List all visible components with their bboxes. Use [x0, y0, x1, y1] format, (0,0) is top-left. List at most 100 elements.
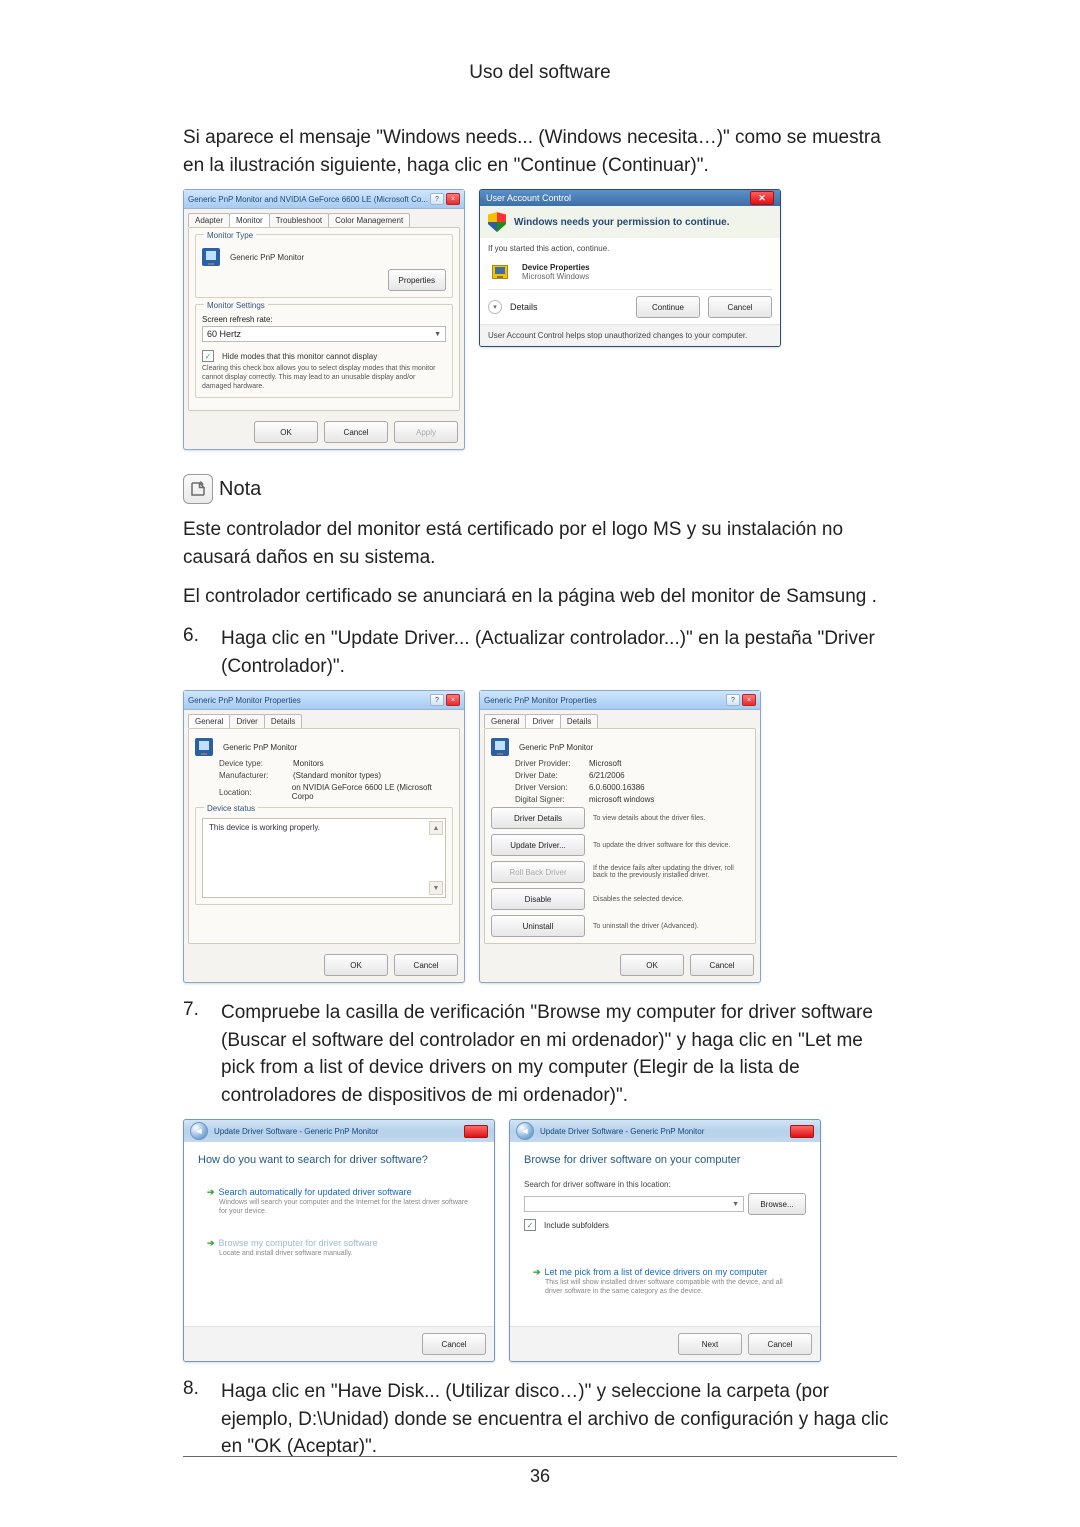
cancel-button[interactable]: Cancel [394, 954, 458, 976]
step-number: 8. [183, 1378, 209, 1461]
include-subfolders-checkbox[interactable]: ✓ [524, 1219, 536, 1231]
disable-desc: Disables the selected device. [593, 896, 749, 903]
path-input[interactable]: ▼ [524, 1196, 744, 1212]
back-icon[interactable]: ◄ [516, 1122, 534, 1140]
hide-modes-desc: Clearing this check box allows you to se… [202, 365, 446, 391]
group-label: Monitor Settings [204, 301, 268, 310]
panel: Monitor Type Generic PnP Monitor Propert… [188, 227, 460, 411]
cancel-button[interactable]: Cancel [748, 1333, 812, 1355]
rollback-driver-button[interactable]: Roll Back Driver [491, 861, 585, 883]
ok-button[interactable]: OK [254, 421, 318, 443]
rollback-driver-desc: If the device fails after updating the d… [593, 865, 749, 879]
close-icon[interactable]: ✕ [750, 191, 774, 205]
tab-troubleshoot[interactable]: Troubleshoot [269, 213, 329, 227]
ok-button[interactable]: OK [620, 954, 684, 976]
wizard-heading: How do you want to search for driver sof… [198, 1154, 480, 1166]
tab-details[interactable]: Details [560, 714, 598, 728]
content-column: Uso del software Si aparece el mensaje "… [183, 62, 897, 1527]
cancel-button[interactable]: Cancel [324, 421, 388, 443]
scroll-down-icon[interactable]: ▼ [429, 881, 443, 895]
program-name: Device Properties [522, 263, 590, 272]
driver-details-button[interactable]: Driver Details [491, 807, 585, 829]
device-name: Generic PnP Monitor [519, 743, 593, 752]
provider-value: Microsoft [589, 759, 621, 768]
note-text-1: Este controlador del monitor está certif… [183, 516, 897, 571]
chevron-down-icon: ▼ [732, 1201, 739, 1208]
back-icon[interactable]: ◄ [190, 1122, 208, 1140]
search-location-label: Search for driver software in this locat… [524, 1180, 806, 1189]
figure-row-2: Generic PnP Monitor Properties ?× Genera… [183, 690, 897, 983]
tab-monitor[interactable]: Monitor [229, 213, 270, 227]
sys-buttons: ? × [430, 193, 460, 205]
arrow-icon: ➔ [207, 1187, 215, 1197]
hide-modes-checkbox[interactable]: ✓ [202, 350, 214, 362]
step-text: Compruebe la casilla de verificación "Br… [221, 999, 897, 1109]
continue-button[interactable]: Continue [636, 296, 700, 318]
note-row: Nota [183, 474, 897, 504]
uac-footer: User Account Control helps stop unauthor… [480, 324, 780, 346]
wizard-heading: Browse for driver software on your compu… [524, 1154, 806, 1166]
close-icon[interactable]: × [446, 694, 460, 706]
uninstall-button[interactable]: Uninstall [491, 915, 585, 937]
help-icon[interactable]: ? [430, 694, 444, 706]
tab-details[interactable]: Details [264, 714, 302, 728]
step-8: 8. Haga clic en "Have Disk... (Utilizar … [183, 1378, 897, 1461]
breadcrumb: Update Driver Software - Generic PnP Mon… [540, 1127, 784, 1136]
monitor-icon [202, 248, 220, 266]
group-monitor-type: Monitor Type Generic PnP Monitor Propert… [195, 234, 453, 298]
tab-general[interactable]: General [188, 714, 230, 728]
step-number: 6. [183, 625, 209, 680]
option-browse-computer[interactable]: ➔Browse my computer for driver software … [198, 1231, 480, 1265]
details-toggle[interactable]: Details [510, 302, 628, 312]
close-icon[interactable] [790, 1125, 814, 1138]
shield-icon [488, 212, 506, 232]
ok-button[interactable]: OK [324, 954, 388, 976]
arrow-icon: ➔ [533, 1267, 541, 1277]
cancel-button[interactable]: Cancel [422, 1333, 486, 1355]
properties-button[interactable]: Properties [388, 269, 446, 291]
step-7: 7. Compruebe la casilla de verificación … [183, 999, 897, 1109]
option-let-me-pick[interactable]: ➔Let me pick from a list of device drive… [524, 1260, 806, 1303]
signer-value: microsoft windows [589, 795, 654, 804]
close-icon[interactable]: × [742, 694, 756, 706]
step-number: 7. [183, 999, 209, 1109]
cancel-button[interactable]: Cancel [690, 954, 754, 976]
titlebar: User Account Control ✕ [480, 190, 780, 206]
figure-row-3: ◄ Update Driver Software - Generic PnP M… [183, 1119, 897, 1362]
apply-button[interactable]: Apply [394, 421, 458, 443]
help-icon[interactable]: ? [430, 193, 444, 205]
browse-button[interactable]: Browse... [748, 1193, 806, 1215]
device-type-value: Monitors [293, 759, 324, 768]
refresh-rate-select[interactable]: 60 Hertz ▼ [202, 326, 446, 342]
option-search-automatically[interactable]: ➔Search automatically for updated driver… [198, 1180, 480, 1223]
manufacturer-label: Manufacturer: [219, 771, 289, 780]
uac-message: Windows needs your permission to continu… [514, 217, 730, 228]
tab-driver[interactable]: Driver [525, 714, 560, 728]
tab-general[interactable]: General [484, 714, 526, 728]
monitor-properties-dialog: Generic PnP Monitor and NVIDIA GeForce 6… [183, 189, 465, 450]
step-6: 6. Haga clic en "Update Driver... (Actua… [183, 625, 897, 680]
provider-label: Driver Provider: [515, 759, 585, 768]
step-text: Haga clic en "Update Driver... (Actualiz… [221, 625, 897, 680]
page-number: 36 [0, 1466, 1080, 1487]
disable-button[interactable]: Disable [491, 888, 585, 910]
tab-color-management[interactable]: Color Management [328, 213, 410, 227]
help-icon[interactable]: ? [726, 694, 740, 706]
uac-program: Device Properties Microsoft Windows [488, 259, 772, 289]
group-monitor-settings: Monitor Settings Screen refresh rate: 60… [195, 304, 453, 398]
version-value: 6.0.6000.16386 [589, 783, 645, 792]
next-button[interactable]: Next [678, 1333, 742, 1355]
include-subfolders-label: Include subfolders [544, 1221, 609, 1230]
update-driver-wizard-browse: ◄ Update Driver Software - Generic PnP M… [509, 1119, 821, 1362]
scroll-up-icon[interactable]: ▲ [429, 821, 443, 835]
figure-row-1: Generic PnP Monitor and NVIDIA GeForce 6… [183, 189, 897, 450]
close-icon[interactable] [464, 1125, 488, 1138]
tab-driver[interactable]: Driver [229, 714, 264, 728]
chevron-down-icon[interactable]: ▾ [488, 300, 502, 314]
dialog-buttons: OK Cancel Apply [184, 415, 464, 449]
tab-adapter[interactable]: Adapter [188, 213, 230, 227]
cancel-button[interactable]: Cancel [708, 296, 772, 318]
program-icon [494, 263, 512, 281]
close-icon[interactable]: × [446, 193, 460, 205]
update-driver-button[interactable]: Update Driver... [491, 834, 585, 856]
